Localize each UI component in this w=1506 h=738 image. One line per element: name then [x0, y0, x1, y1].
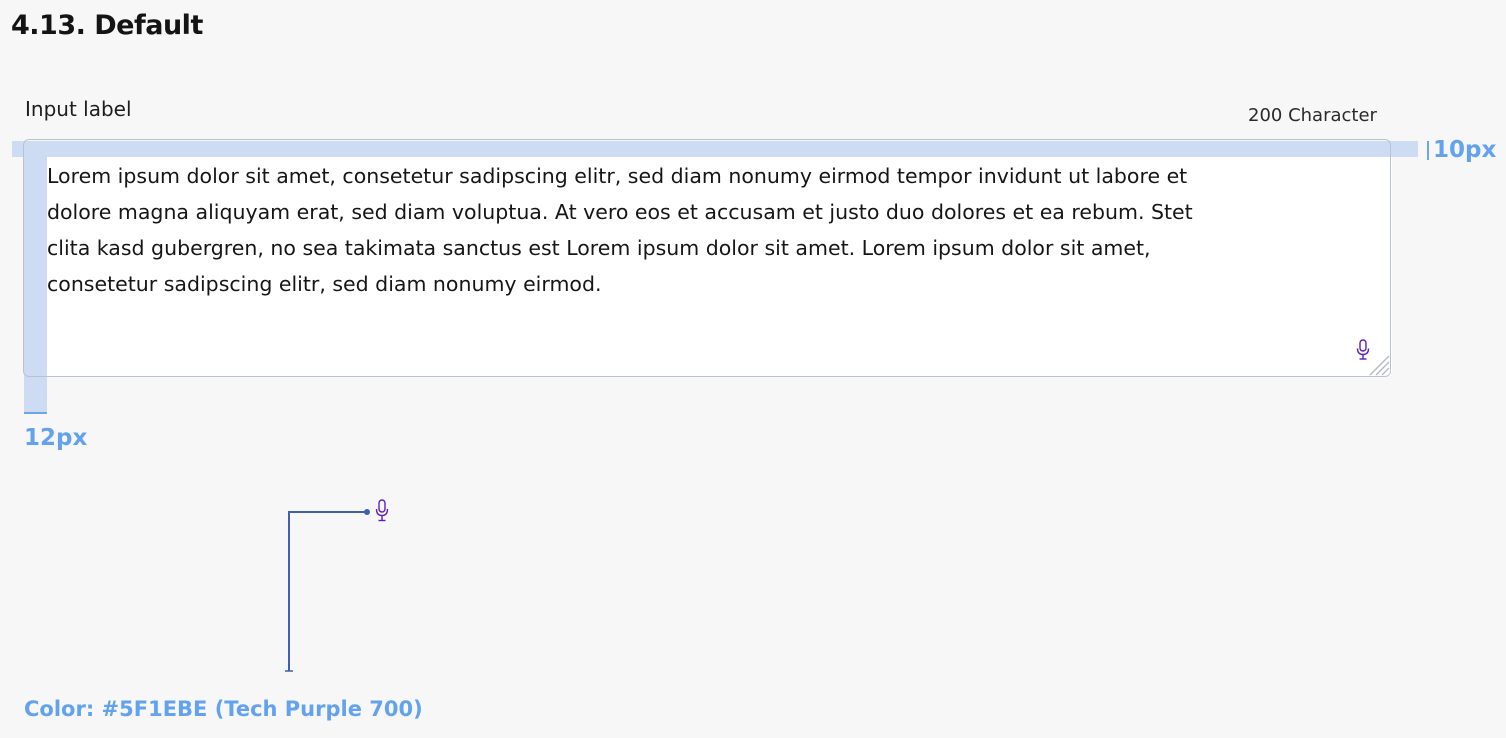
left-padding-marker [24, 412, 47, 414]
left-padding-label: 12px [24, 425, 88, 451]
section-title: 4.13. Default [11, 10, 203, 41]
input-label: Input label [25, 97, 132, 121]
top-padding-marker [1427, 141, 1429, 160]
microphone-icon [374, 499, 390, 523]
annotation-leader-line [280, 500, 390, 680]
top-padding-label: 10px [1433, 137, 1497, 163]
character-count: 200 Character [1248, 105, 1377, 126]
resize-handle-icon[interactable] [1364, 350, 1390, 376]
textarea-value[interactable]: Lorem ipsum dolor sit amet, consetetur s… [47, 158, 1337, 302]
icon-color-note: Color: #5F1EBE (Tech Purple 700) [24, 697, 423, 721]
